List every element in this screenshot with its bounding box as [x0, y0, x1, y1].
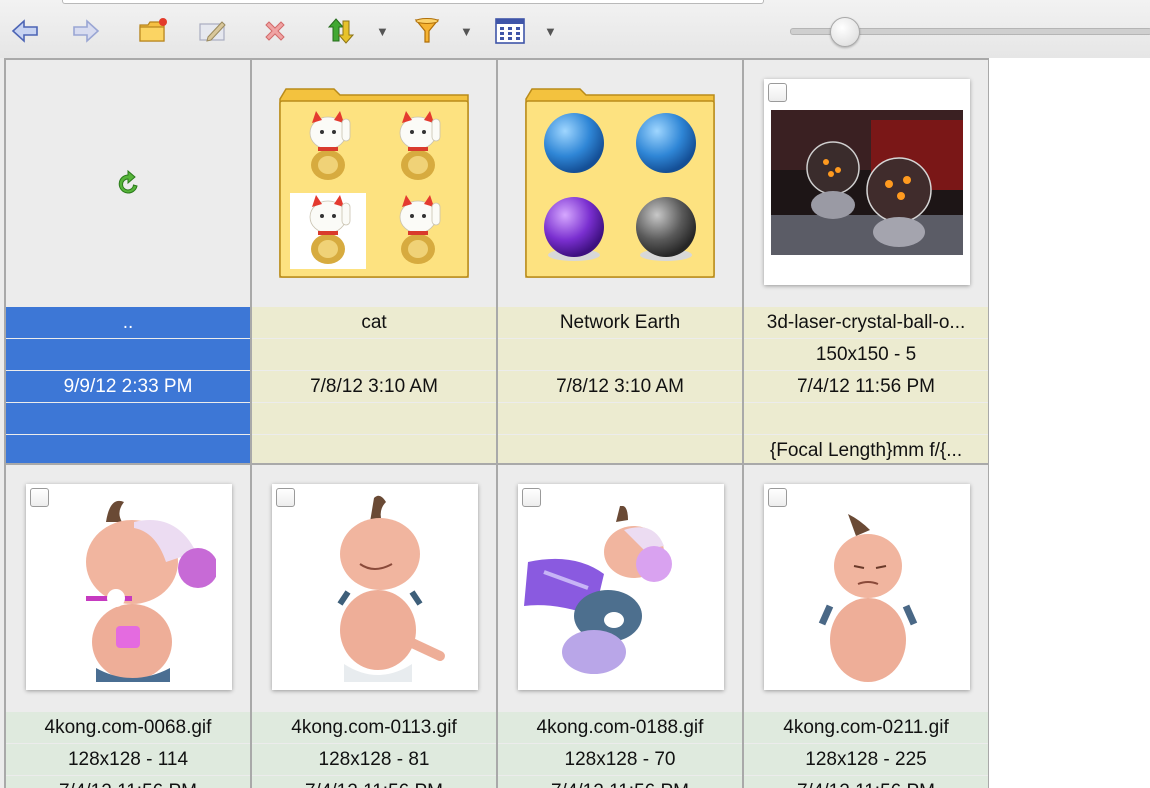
item-date: 9/9/12 2:33 PM [6, 371, 250, 402]
filter-button[interactable] [412, 16, 442, 46]
baby-with-pillow-image [524, 506, 672, 674]
grid-item-0211[interactable]: 4kong.com-0211.gif 128x128 - 225 7/4/12 … [744, 465, 988, 788]
grid-item-crystal-ball[interactable]: 3d-laser-crystal-ball-o... 150x150 - 5 7… [744, 60, 988, 463]
view-mode-icon [495, 18, 525, 44]
item-extra [252, 403, 496, 434]
item-name: 3d-laser-crystal-ball-o... [744, 307, 988, 338]
sort-icon [327, 18, 355, 44]
thumbnail-area [498, 465, 742, 711]
empty-area [989, 58, 1150, 788]
item-name: 4kong.com-0068.gif [6, 712, 250, 743]
item-extra [498, 403, 742, 434]
sort-dropdown-icon[interactable]: ▼ [376, 24, 389, 39]
item-detail: 128x128 - 81 [252, 744, 496, 775]
item-detail: 128x128 - 114 [6, 744, 250, 775]
photo-frame [26, 484, 232, 690]
grid-item-0068[interactable]: 4kong.com-0068.gif 128x128 - 114 7/4/12 … [6, 465, 250, 788]
item-info: Network Earth 7/8/12 3:10 AM [498, 307, 742, 463]
item-name: cat [252, 307, 496, 338]
baby-standing-image [337, 495, 445, 682]
grid-item-0188[interactable]: 4kong.com-0188.gif 128x128 - 70 7/4/12 1… [498, 465, 742, 788]
rename-button[interactable] [198, 16, 228, 46]
grid-item-cat[interactable]: cat 7/8/12 3:10 AM [252, 60, 496, 463]
select-checkbox[interactable] [276, 488, 295, 507]
select-checkbox[interactable] [768, 83, 787, 102]
baby-brushing-teeth-image [86, 500, 216, 682]
photo-frame [518, 484, 724, 690]
grid-item-parent[interactable]: .. 9/9/12 2:33 PM [6, 60, 250, 463]
photo-frame [764, 79, 970, 285]
network-earth-folder-icon [525, 88, 715, 278]
item-detail [498, 339, 742, 370]
back-icon [11, 19, 38, 43]
new-folder-icon [139, 18, 167, 42]
item-exif [252, 435, 496, 463]
item-extra [744, 403, 988, 434]
grid-item-0113[interactable]: 4kong.com-0113.gif 128x128 - 81 7/4/12 1… [252, 465, 496, 788]
new-folder-button[interactable] [138, 16, 168, 46]
forward-icon [73, 19, 100, 43]
item-date: 7/4/12 11:56 PM [744, 776, 988, 788]
item-detail: 150x150 - 5 [744, 339, 988, 370]
select-checkbox[interactable] [768, 488, 787, 507]
item-detail: 128x128 - 70 [498, 744, 742, 775]
thumbnail-area [498, 60, 742, 306]
item-info: cat 7/8/12 3:10 AM [252, 307, 496, 463]
item-date: 7/8/12 3:10 AM [252, 371, 496, 402]
thumbnail-area [252, 60, 496, 306]
item-info: .. 9/9/12 2:33 PM [6, 307, 250, 463]
cat-folder-icon [279, 88, 469, 278]
item-detail [252, 339, 496, 370]
item-name: 4kong.com-0188.gif [498, 712, 742, 743]
rename-icon [199, 21, 226, 42]
item-info: 4kong.com-0211.gif 128x128 - 225 7/4/12 … [744, 712, 988, 788]
item-info: 4kong.com-0068.gif 128x128 - 114 7/4/12 … [6, 712, 250, 788]
select-checkbox[interactable] [522, 488, 541, 507]
item-name: .. [6, 307, 250, 338]
thumbnail-area [252, 465, 496, 711]
item-name: Network Earth [498, 307, 742, 338]
grid-item-network-earth[interactable]: Network Earth 7/8/12 3:10 AM [498, 60, 742, 463]
thumbnail-area [6, 60, 250, 306]
item-exif: {Focal Length}mm f/{... [744, 435, 988, 463]
delete-icon [265, 21, 285, 41]
view-mode-dropdown-icon[interactable]: ▼ [544, 24, 557, 39]
toolbar: ▼ ▼ ▼ [0, 0, 1150, 58]
delete-button[interactable] [260, 16, 290, 46]
item-date: 7/4/12 11:56 PM [252, 776, 496, 788]
photo-frame [272, 484, 478, 690]
sort-button[interactable] [326, 16, 356, 46]
thumbnail-area [6, 465, 250, 711]
item-detail: 128x128 - 225 [744, 744, 988, 775]
baby-sleepy-image [818, 514, 918, 682]
item-info: 4kong.com-0188.gif 128x128 - 70 7/4/12 1… [498, 712, 742, 788]
item-extra [6, 403, 250, 434]
item-detail [6, 339, 250, 370]
thumbnail-area [744, 465, 988, 711]
photo-frame [764, 484, 970, 690]
back-button[interactable] [10, 16, 40, 46]
item-exif [6, 435, 250, 463]
zoom-slider-knob[interactable] [829, 17, 860, 47]
item-date: 7/4/12 11:56 PM [6, 776, 250, 788]
item-name: 4kong.com-0211.gif [744, 712, 988, 743]
item-info: 3d-laser-crystal-ball-o... 150x150 - 5 7… [744, 307, 988, 463]
item-info: 4kong.com-0113.gif 128x128 - 81 7/4/12 1… [252, 712, 496, 788]
parent-folder-icon [118, 169, 138, 194]
item-date: 7/4/12 11:56 PM [744, 371, 988, 402]
item-date: 7/4/12 11:56 PM [498, 776, 742, 788]
view-mode-button[interactable] [495, 16, 525, 46]
item-name: 4kong.com-0113.gif [252, 712, 496, 743]
item-exif [498, 435, 742, 463]
crystal-ball-photo [771, 110, 963, 255]
filter-icon [414, 18, 440, 43]
thumbnail-area [744, 60, 988, 306]
item-date: 7/8/12 3:10 AM [498, 371, 742, 402]
filter-dropdown-icon[interactable]: ▼ [460, 24, 473, 39]
forward-button[interactable] [71, 16, 101, 46]
path-field-edge[interactable] [62, 0, 764, 4]
